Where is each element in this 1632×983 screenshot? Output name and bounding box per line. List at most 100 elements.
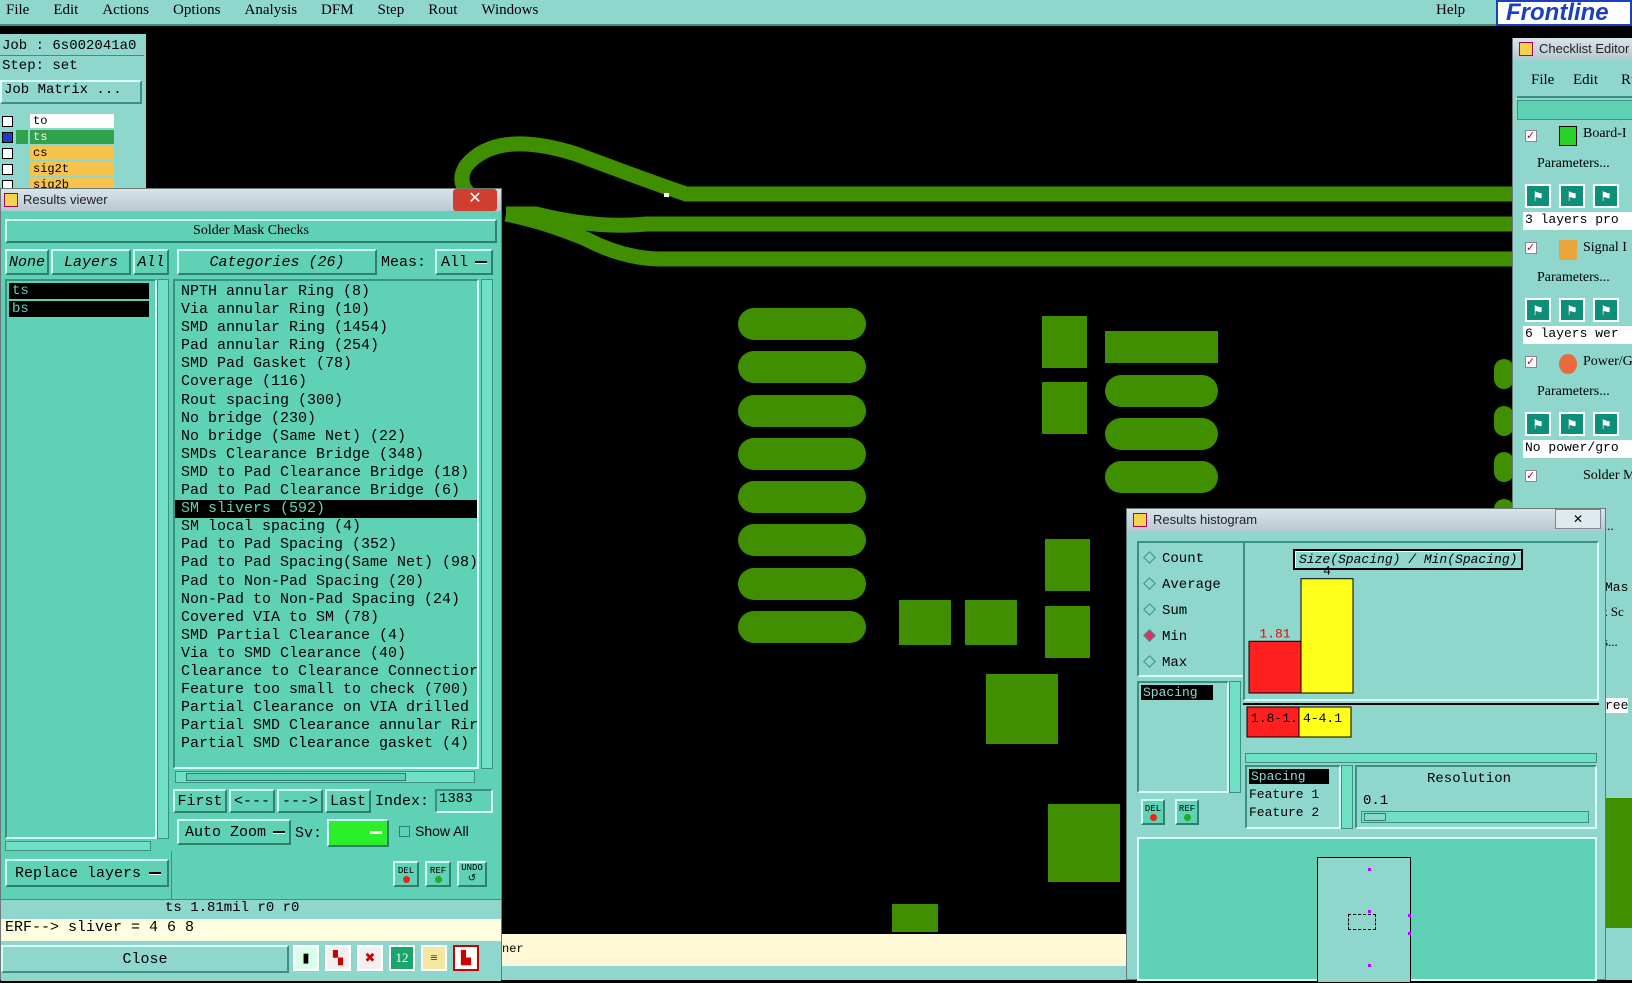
layer-row[interactable]: cs: [0, 146, 146, 161]
radio-count[interactable]: Count: [1143, 549, 1245, 569]
last-button[interactable]: Last: [325, 789, 371, 813]
menu-help[interactable]: Help: [1436, 2, 1465, 19]
del-button[interactable]: DEL: [393, 861, 419, 887]
feature-item[interactable]: Feature 2: [1249, 805, 1319, 820]
categories-button[interactable]: Categories (26): [177, 249, 377, 275]
ref-button[interactable]: REF: [1175, 799, 1199, 825]
radio-max[interactable]: Max: [1143, 653, 1245, 673]
menu-edit[interactable]: Edit: [53, 2, 78, 19]
category-item[interactable]: SMD Pad Gasket (78): [175, 355, 477, 373]
category-item[interactable]: Pad to Pad Spacing(Same Net) (98): [175, 554, 477, 572]
action-name[interactable]: Signal I: [1583, 240, 1627, 256]
action-checkbox[interactable]: ✓: [1525, 356, 1537, 368]
category-item[interactable]: Covered VIA to SM (78): [175, 609, 477, 627]
category-item[interactable]: Partial SMD Clearance gasket (4): [175, 735, 477, 753]
menu-options[interactable]: Options: [173, 2, 221, 19]
sv-color-dropdown[interactable]: [327, 819, 389, 847]
histogram-icon[interactable]: ▙: [453, 945, 479, 971]
layer-checkbox[interactable]: [2, 164, 13, 175]
histogram-feature-list[interactable]: Spacing Feature 1 Feature 2: [1245, 765, 1341, 829]
histogram-bar[interactable]: [1248, 640, 1302, 694]
none-button[interactable]: None: [5, 249, 49, 275]
category-item[interactable]: No bridge (230): [175, 410, 477, 428]
replace-layers-dropdown[interactable]: Replace layers: [5, 859, 169, 887]
categories-scrollbar[interactable]: [481, 279, 493, 769]
close-icon[interactable]: ✕: [1555, 509, 1601, 529]
undo-button[interactable]: UNDO ↺: [457, 861, 487, 887]
checklist-menu-edit[interactable]: Edit: [1573, 72, 1598, 89]
category-item[interactable]: SMDs Clearance Bridge (348): [175, 446, 477, 464]
histogram-hscrollbar[interactable]: [1245, 753, 1597, 763]
radio-min[interactable]: Min: [1143, 627, 1245, 647]
run-icon[interactable]: ⚑: [1593, 412, 1619, 436]
action-checkbox[interactable]: ✓: [1525, 130, 1537, 142]
tool-icon[interactable]: ▮: [293, 945, 319, 971]
categories-list[interactable]: NPTH annular Ring (8) Via annular Ring (1…: [173, 279, 479, 769]
category-item[interactable]: Feature too small to check (700): [175, 681, 477, 699]
category-item[interactable]: Non-Pad to Non-Pad Spacing (24): [175, 591, 477, 609]
run-icon[interactable]: ⚑: [1559, 184, 1585, 208]
meas-item[interactable]: Spacing: [1141, 685, 1213, 700]
menu-windows[interactable]: Windows: [481, 2, 538, 19]
tool-icon[interactable]: ▚: [325, 945, 351, 971]
checklist-menu-file[interactable]: File: [1531, 72, 1554, 89]
tool-icon[interactable]: ≡: [421, 945, 447, 971]
run-icon[interactable]: ⚑: [1559, 412, 1585, 436]
run-icon[interactable]: ⚑: [1525, 298, 1551, 322]
category-item[interactable]: SMD annular Ring (1454): [175, 319, 477, 337]
radio-sum[interactable]: Sum: [1143, 601, 1245, 621]
close-icon[interactable]: ✕: [453, 189, 497, 211]
category-item[interactable]: SMD to Pad Clearance Bridge (18): [175, 464, 477, 482]
layer-hscrollbar[interactable]: [5, 841, 151, 851]
category-item[interactable]: Pad to Pad Clearance Bridge (6): [175, 482, 477, 500]
checklist-menu-run[interactable]: Ru: [1621, 72, 1632, 89]
category-item[interactable]: Pad to Non-Pad Spacing (20): [175, 573, 477, 591]
histogram-bar[interactable]: [1300, 578, 1354, 694]
category-item[interactable]: Rout spacing (300): [175, 392, 477, 410]
first-button[interactable]: First: [173, 789, 227, 813]
index-field[interactable]: 1383: [435, 789, 493, 813]
layer-row[interactable]: to: [0, 114, 146, 129]
show-all-checkbox[interactable]: [399, 826, 410, 837]
all-button[interactable]: All: [133, 249, 169, 275]
layer-row[interactable]: sig2t: [0, 162, 146, 177]
checklist-input[interactable]: [1517, 100, 1632, 120]
prev-button[interactable]: <---: [229, 789, 275, 813]
action-checkbox[interactable]: ✓: [1525, 470, 1537, 482]
action-name[interactable]: Solder M: [1583, 468, 1632, 484]
feature-scrollbar[interactable]: [1341, 765, 1353, 829]
resolution-slider[interactable]: [1361, 811, 1589, 823]
menu-rout[interactable]: Rout: [428, 2, 457, 19]
parameters-button[interactable]: Parameters...: [1537, 156, 1610, 172]
histogram-meas-list[interactable]: Spacing: [1137, 681, 1229, 793]
histogram-preview[interactable]: [1137, 837, 1597, 983]
layer-list-item[interactable]: bs: [9, 301, 149, 317]
del-button[interactable]: DEL: [1141, 799, 1165, 825]
category-item[interactable]: SM local spacing (4): [175, 518, 477, 536]
run-icon[interactable]: ⚑: [1559, 298, 1585, 322]
action-name[interactable]: Board-I: [1583, 126, 1627, 142]
menu-step[interactable]: Step: [378, 2, 405, 19]
menu-actions[interactable]: Actions: [102, 2, 149, 19]
category-item[interactable]: Pad to Pad Spacing (352): [175, 536, 477, 554]
feature-item[interactable]: Feature 1: [1249, 787, 1319, 802]
category-item[interactable]: SM slivers (592): [175, 500, 477, 519]
layer-list-item[interactable]: ts: [9, 283, 149, 299]
run-icon[interactable]: ⚑: [1525, 184, 1551, 208]
layer-checkbox[interactable]: [2, 132, 13, 143]
parameters-button[interactable]: Parameters...: [1537, 384, 1610, 400]
menu-dfm[interactable]: DFM: [321, 2, 354, 19]
next-button[interactable]: --->: [277, 789, 323, 813]
run-icon[interactable]: ⚑: [1525, 412, 1551, 436]
action-name[interactable]: Power/G: [1583, 354, 1632, 370]
category-item[interactable]: Via annular Ring (10): [175, 301, 477, 319]
layer-scrollbar[interactable]: [157, 279, 169, 839]
category-item[interactable]: No bridge (Same Net) (22): [175, 428, 477, 446]
job-matrix-button[interactable]: Job Matrix ...: [0, 80, 142, 104]
layer-checkbox[interactable]: [2, 148, 13, 159]
layer-row[interactable]: ts: [0, 130, 146, 145]
category-item[interactable]: NPTH annular Ring (8): [175, 283, 477, 301]
run-icon[interactable]: ⚑: [1593, 184, 1619, 208]
meas-dropdown[interactable]: All: [435, 249, 493, 275]
category-item[interactable]: Partial SMD Clearance annular Rir: [175, 717, 477, 735]
